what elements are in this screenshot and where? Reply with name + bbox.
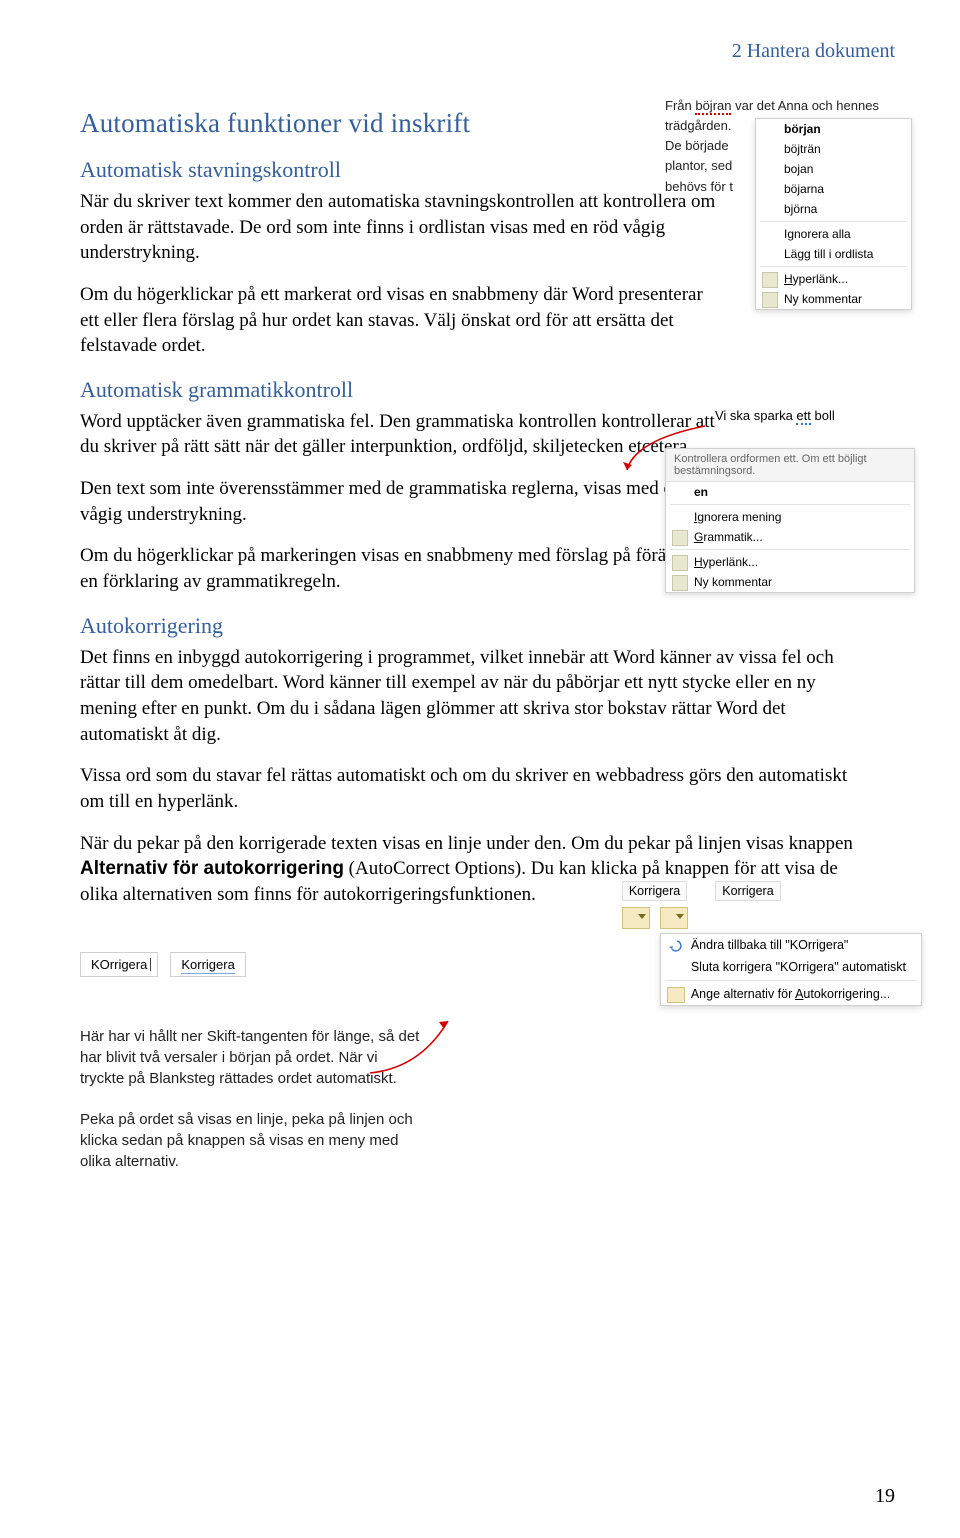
autocorrect-options-button-open[interactable] [660, 907, 688, 929]
autocorr-top-label-2: Korrigera [715, 881, 780, 901]
caption-2: Peka på ordet så visas en linje, peka på… [80, 1109, 420, 1172]
spell-suggestion-2[interactable]: bojan [756, 159, 911, 179]
autocorrect-options-button[interactable] [622, 907, 650, 929]
spell-ctx-pre: Från [665, 98, 695, 113]
grammar-context-menu[interactable]: Kontrollera ordformen ett. Om ett böjlig… [665, 448, 915, 593]
grammar-ignore[interactable]: Ignorera mening [666, 507, 914, 527]
ac-menu-undo[interactable]: Ändra tillbaka till "KOrrigera" [661, 934, 921, 956]
grammar-suggestion[interactable]: en [666, 482, 914, 502]
p-ac-3a: När du pekar på den korrigerade texten v… [80, 833, 853, 854]
ac-menu-options[interactable]: Ange alternativ för Autokorrigering... [661, 983, 921, 1005]
grammar-error-word: ett [796, 408, 810, 425]
gram-post: boll [811, 408, 835, 423]
spell-context-menu[interactable]: början böjträn bojan böjarna björna Igno… [755, 118, 912, 310]
spell-misspelled-word: böjran [695, 98, 731, 115]
spell-line-0: trädgården. [665, 118, 732, 133]
spell-suggestion-3[interactable]: böjarna [756, 179, 911, 199]
p-ac-1: Det finns en inbyggd autokorrigering i p… [80, 645, 860, 748]
h2-grammar: Automatisk grammatikkontroll [80, 377, 895, 403]
grammar-new-comment[interactable]: Ny kommentar [666, 572, 914, 592]
autocorr-after-text: Korrigera [181, 957, 234, 974]
autocorr-top-label-1: Korrigera [622, 881, 687, 901]
p-ac-2: Vissa ord som du stavar fel rättas autom… [80, 763, 860, 814]
p-spell-1: När du skriver text kommer den automatis… [80, 189, 720, 266]
lightning-icon [667, 987, 685, 1003]
spell-suggestion-0[interactable]: början [756, 119, 911, 139]
spell-add-dict[interactable]: Lägg till i ordlista [756, 244, 911, 264]
running-header: 2 Hantera dokument [80, 40, 895, 63]
autocorrect-example-row: KOrrigera Korrigera Korrigera Korrigera [80, 923, 895, 1006]
spell-line-1: De började [665, 138, 729, 153]
ac-menu-stop[interactable]: Sluta korrigera "KOrrigera" automatiskt [661, 956, 921, 978]
p-spell-2: Om du högerklickar på ett markerat ord v… [80, 282, 720, 359]
ac-m3-text: Ange alternativ för Autokorrigering... [691, 987, 890, 1001]
gram-pre: Vi ska sparka [715, 408, 796, 423]
page-number: 19 [875, 1485, 895, 1508]
spell-ctx-post: var det Anna och hennes [731, 98, 878, 113]
grammar-rule-header: Kontrollera ordformen ett. Om ett böjlig… [666, 449, 914, 482]
grammar-hyperlink[interactable]: Hyperlänk... [666, 552, 914, 572]
spell-ignore-all[interactable]: Ignorera alla [756, 224, 911, 244]
autocorr-before-box: KOrrigera [80, 952, 158, 977]
autocorr-after-box: Korrigera [170, 952, 245, 977]
p-ac-3-bold: Alternativ för autokorrigering [80, 858, 344, 879]
spell-suggestion-4[interactable]: björna [756, 199, 911, 219]
undo-icon [667, 938, 683, 952]
spell-hyperlink[interactable]: Hyperlänk... [756, 269, 911, 289]
spell-hyper-text: yperlänk... [793, 272, 848, 286]
spell-new-comment[interactable]: Ny kommentar [756, 289, 911, 309]
spell-suggestion-1[interactable]: böjträn [756, 139, 911, 159]
spell-line-3: behövs för t [665, 179, 733, 194]
autocorrect-options-menu[interactable]: Ändra tillbaka till "KOrrigera" Sluta ko… [660, 933, 922, 1006]
screenshot-grammar-contextmenu: Vi ska sparka ett boll Kontrollera ordfo… [665, 408, 915, 638]
autocorr-smarttag-stack: Korrigera Korrigera Ändra tillbaka till … [622, 881, 942, 1006]
grammar-sample-text: Vi ska sparka ett boll [715, 408, 835, 423]
grammar-dialog[interactable]: Grammatik... [666, 527, 914, 547]
spell-line-2: plantor, sed [665, 158, 732, 173]
screenshot-spell-contextmenu: Från böjran var det Anna och hennes träd… [665, 96, 915, 346]
p-gram-2: Den text som inte överensstämmer med de … [80, 476, 720, 527]
arrow-curve2-icon [360, 1013, 460, 1083]
ac-m2-text: Sluta korrigera "KOrrigera" automatiskt [691, 960, 906, 974]
ac-m1-text: Ändra tillbaka till "KOrrigera" [691, 938, 849, 952]
